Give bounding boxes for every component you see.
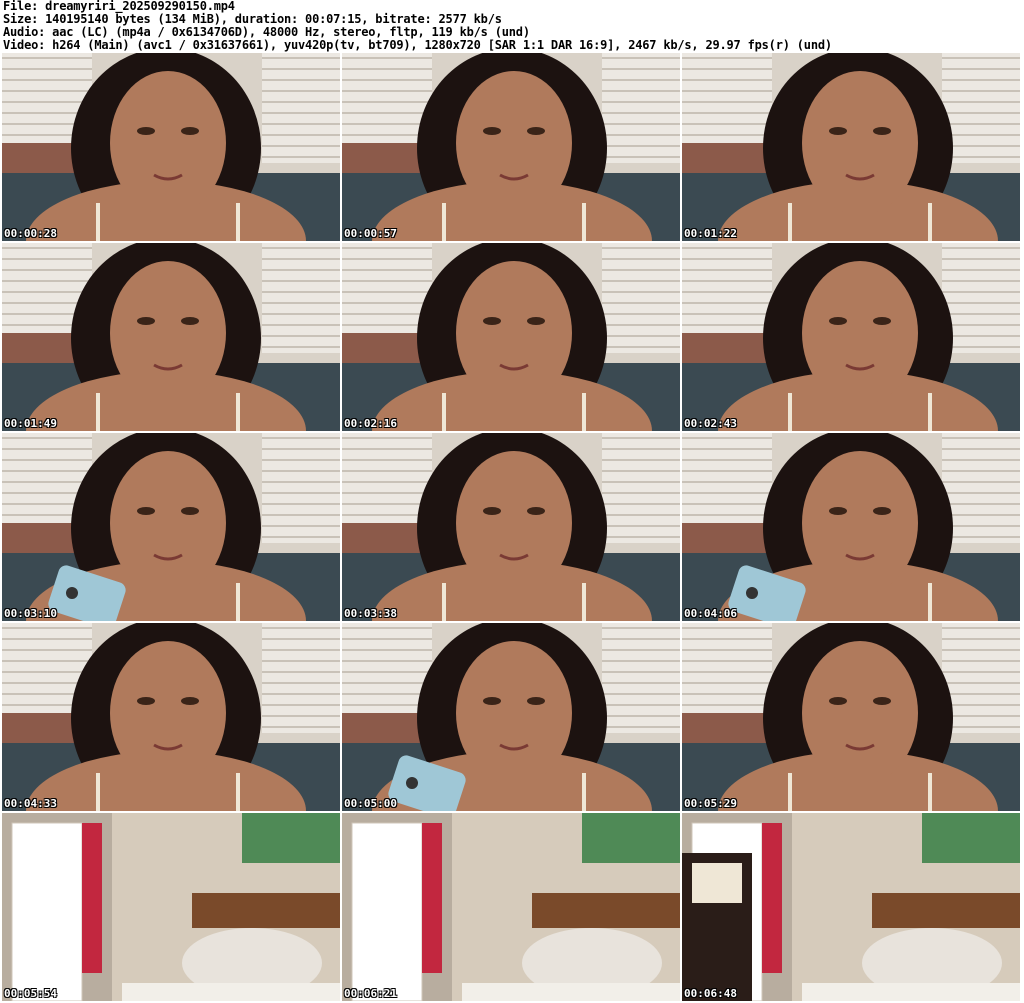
timestamp-label: 00:05:29 xyxy=(684,797,737,810)
video-thumbnail[interactable]: 00:04:33 xyxy=(2,623,340,811)
thumbnail-image xyxy=(2,433,340,621)
timestamp-label: 00:02:43 xyxy=(684,417,737,430)
video-thumbnail[interactable]: 00:00:28 xyxy=(2,53,340,241)
timestamp-label: 00:03:38 xyxy=(344,607,397,620)
thumbnail-image xyxy=(2,53,340,241)
timestamp-label: 00:06:21 xyxy=(344,987,397,1000)
timestamp-label: 00:03:10 xyxy=(4,607,57,620)
thumbnail-image xyxy=(682,623,1020,811)
video-thumbnail[interactable]: 00:05:29 xyxy=(682,623,1020,811)
timestamp-label: 00:04:06 xyxy=(684,607,737,620)
thumbnail-image xyxy=(342,813,680,1001)
video-thumbnail[interactable]: 00:04:06 xyxy=(682,433,1020,621)
thumbnail-grid: 00:00:28 00:00:57 00:01:22 00:01:49 00:0… xyxy=(2,53,1020,1001)
thumbnail-image xyxy=(2,623,340,811)
thumbnail-image xyxy=(342,623,680,811)
timestamp-label: 00:01:22 xyxy=(684,227,737,240)
video-thumbnail[interactable]: 00:06:21 xyxy=(342,813,680,1001)
thumbnail-image xyxy=(342,433,680,621)
video-thumbnail[interactable]: 00:03:38 xyxy=(342,433,680,621)
timestamp-label: 00:04:33 xyxy=(4,797,57,810)
file-info-header: File: dreamyriri_202509290150.mp4 Size: … xyxy=(3,0,1021,52)
timestamp-label: 00:01:49 xyxy=(4,417,57,430)
video-thumbnail[interactable]: 00:01:22 xyxy=(682,53,1020,241)
thumbnail-image xyxy=(682,433,1020,621)
thumbnail-image xyxy=(682,53,1020,241)
video-thumbnail[interactable]: 00:06:48 xyxy=(682,813,1020,1001)
thumbnail-image xyxy=(2,243,340,431)
video-thumbnail[interactable]: 00:01:49 xyxy=(2,243,340,431)
timestamp-label: 00:05:54 xyxy=(4,987,57,1000)
video-thumbnail[interactable]: 00:02:43 xyxy=(682,243,1020,431)
thumbnail-image xyxy=(342,53,680,241)
timestamp-label: 00:02:16 xyxy=(344,417,397,430)
timestamp-label: 00:05:00 xyxy=(344,797,397,810)
video-info-line: Video: h264 (Main) (avc1 / 0x31637661), … xyxy=(3,38,832,52)
video-thumbnail[interactable]: 00:05:00 xyxy=(342,623,680,811)
timestamp-label: 00:00:57 xyxy=(344,227,397,240)
video-thumbnail[interactable]: 00:00:57 xyxy=(342,53,680,241)
thumbnail-image xyxy=(682,243,1020,431)
video-thumbnail[interactable]: 00:05:54 xyxy=(2,813,340,1001)
video-thumbnail[interactable]: 00:03:10 xyxy=(2,433,340,621)
thumbnail-image xyxy=(2,813,340,1001)
thumbnail-image xyxy=(342,243,680,431)
timestamp-label: 00:06:48 xyxy=(684,987,737,1000)
thumbnail-image xyxy=(682,813,1020,1001)
video-thumbnail[interactable]: 00:02:16 xyxy=(342,243,680,431)
timestamp-label: 00:00:28 xyxy=(4,227,57,240)
